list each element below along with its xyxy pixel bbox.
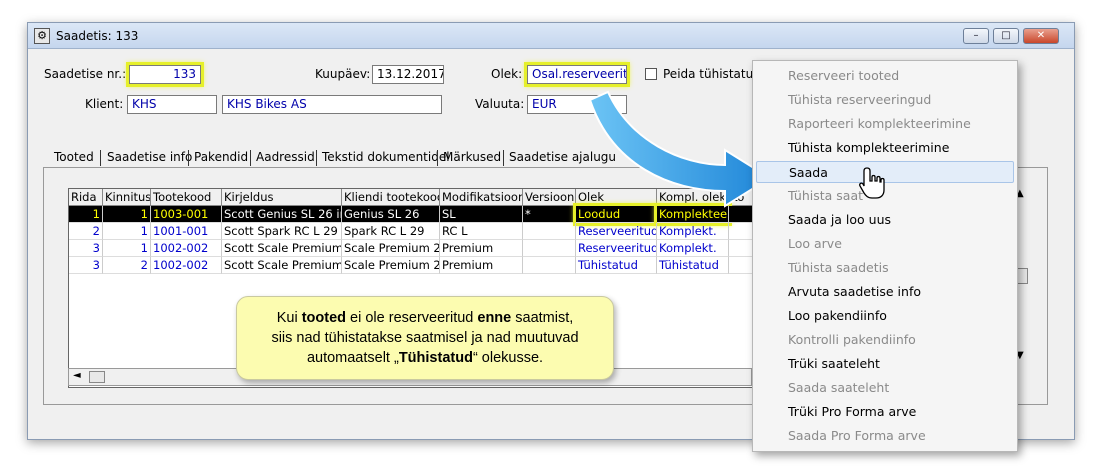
table-cell[interactable]: 2: [103, 257, 151, 274]
menu-item-reserve-products[interactable]: Reserveeri tooted: [756, 65, 1014, 87]
maximize-button[interactable]: □: [993, 28, 1019, 44]
callout-line-1: Kui tooted ei ole reserveeritud enne saa…: [276, 310, 574, 326]
tab-separator: [100, 150, 101, 166]
table-cell[interactable]: 3: [69, 257, 103, 274]
actions-menu: Reserveeri tooted Tühista reserveeringud…: [752, 60, 1018, 452]
menu-item-send-delivery-note[interactable]: Saada saateleht: [756, 377, 1014, 399]
scrollbar-thumb[interactable]: [89, 371, 105, 383]
menu-item-calc-shipment-info[interactable]: Arvuta saadetise info: [756, 281, 1014, 303]
table-cell[interactable]: Tühistatud: [576, 257, 657, 274]
table-cell[interactable]: Premium: [440, 257, 523, 274]
table-cell[interactable]: SL: [440, 206, 523, 223]
tab-addresses[interactable]: Aadressid: [256, 150, 315, 164]
table-cell[interactable]: Scott Genius SL 26 ind: [222, 206, 342, 223]
table-cell[interactable]: Komplekt.: [657, 223, 729, 240]
minimize-button[interactable]: –: [963, 28, 989, 44]
table-cell[interactable]: Premium: [440, 240, 523, 257]
shipment-no-field[interactable]: 133: [126, 62, 204, 87]
tab-packages[interactable]: Pakendid: [194, 150, 248, 164]
table-cell[interactable]: Komplekt.: [657, 240, 729, 257]
client-label: Klient:: [85, 97, 124, 111]
tab-separator: [188, 150, 189, 166]
table-cell[interactable]: 3: [69, 240, 103, 257]
table-cell[interactable]: Reserveeritud: [576, 223, 657, 240]
date-label: Kuupäev:: [315, 67, 371, 81]
menu-item-send-proforma[interactable]: Saada Pro Forma arve: [756, 425, 1014, 447]
table-cell[interactable]: 1: [103, 240, 151, 257]
tab-notes[interactable]: Märkused: [443, 150, 501, 164]
table-cell[interactable]: Scott Scale Premium 2: [222, 257, 342, 274]
table-cell[interactable]: Spark RC L 29: [342, 223, 440, 240]
tab-separator: [503, 150, 504, 166]
column-header[interactable]: Kirjeldus: [222, 189, 342, 206]
table-cell[interactable]: 1: [103, 223, 151, 240]
table-cell[interactable]: 1002-002: [151, 257, 222, 274]
table-cell[interactable]: Scott Scale Premium 2: [222, 240, 342, 257]
table-cell[interactable]: 1: [103, 206, 151, 223]
callout-line-2: siis nad tühistatakse saatmisel ja nad m…: [271, 330, 579, 346]
menu-item-create-package-info[interactable]: Loo pakendiinfo: [756, 305, 1014, 327]
shipment-no-label: Saadetise nr.:: [44, 67, 127, 81]
close-button[interactable]: ✕: [1023, 28, 1059, 44]
column-header[interactable]: Modifikatsioon: [440, 189, 523, 206]
table-cell[interactable]: 1003-001: [151, 206, 222, 223]
client-name-field[interactable]: KHS Bikes AS: [222, 95, 442, 114]
menu-item-create-invoice[interactable]: Loo arve: [756, 233, 1014, 255]
date-field[interactable]: 13.12.2017: [372, 65, 444, 84]
table-cell[interactable]: 1: [69, 206, 103, 223]
hand-cursor-icon: [859, 167, 885, 199]
tab-document-texts[interactable]: Tekstid dokumentidel: [322, 150, 450, 164]
tab-separator: [250, 150, 251, 166]
menu-item-check-package-info[interactable]: Kontrolli pakendiinfo: [756, 329, 1014, 351]
column-header[interactable]: Tootekood: [151, 189, 222, 206]
table-cell[interactable]: RC L: [440, 223, 523, 240]
table-cell[interactable]: Scale Premium 26: [342, 240, 440, 257]
table-cell[interactable]: Genius SL 26: [342, 206, 440, 223]
table-cell[interactable]: [523, 240, 576, 257]
table-cell[interactable]: 2: [69, 223, 103, 240]
table-cell[interactable]: Reserveeritud: [576, 240, 657, 257]
column-header[interactable]: Kinnitus: [103, 189, 151, 206]
callout-line-3: automaatselt „Tühistatud“ olekusse.: [306, 350, 544, 366]
scroll-left-arrow-icon[interactable]: ◄: [73, 370, 81, 381]
window-title: Saadetis: 133: [56, 29, 139, 43]
menu-item-send-and-new[interactable]: Saada ja loo uus: [756, 209, 1014, 231]
tab-shipment-info[interactable]: Saadetise info: [107, 150, 192, 164]
table-cell[interactable]: Scale Premium 26: [342, 257, 440, 274]
menu-item-cancel-reservations[interactable]: Tühista reserveeringud: [756, 89, 1014, 111]
currency-label: Valuuta:: [475, 97, 525, 111]
tooltip-callout: Kui tooted ei ole reserveeritud enne saa…: [236, 296, 614, 380]
menu-item-print-proforma[interactable]: Trüki Pro Forma arve: [756, 401, 1014, 423]
menu-item-cancel-shipment[interactable]: Tühista saadetis: [756, 257, 1014, 279]
table-cell[interactable]: Tühistatud: [657, 257, 729, 274]
table-cell[interactable]: Scott Spark RC L 29 ir: [222, 223, 342, 240]
column-header[interactable]: Kliendi tootekood: [342, 189, 440, 206]
pointer-arrow-icon: [588, 90, 772, 208]
tab-separator: [437, 150, 438, 166]
column-header[interactable]: Rida: [69, 189, 103, 206]
tab-products[interactable]: Tooted: [54, 150, 94, 164]
menu-item-cancel-picking[interactable]: Tühista komplekteerimine: [756, 137, 1014, 159]
state-label: Olek:: [491, 67, 523, 81]
table-cell[interactable]: 1002-002: [151, 240, 222, 257]
client-code-field[interactable]: KHS: [127, 95, 217, 114]
table-cell[interactable]: 1001-001: [151, 223, 222, 240]
title-bar: ⚙ Saadetis: 133 – □ ✕: [28, 23, 1074, 49]
table-cell[interactable]: [523, 223, 576, 240]
menu-item-print-delivery-note[interactable]: Trüki saateleht: [756, 353, 1014, 375]
menu-item-report-picking[interactable]: Raporteeri komplekteerimine: [756, 113, 1014, 135]
table-cell[interactable]: [523, 257, 576, 274]
tab-separator: [316, 150, 317, 166]
app-gear-icon: ⚙: [34, 28, 50, 44]
